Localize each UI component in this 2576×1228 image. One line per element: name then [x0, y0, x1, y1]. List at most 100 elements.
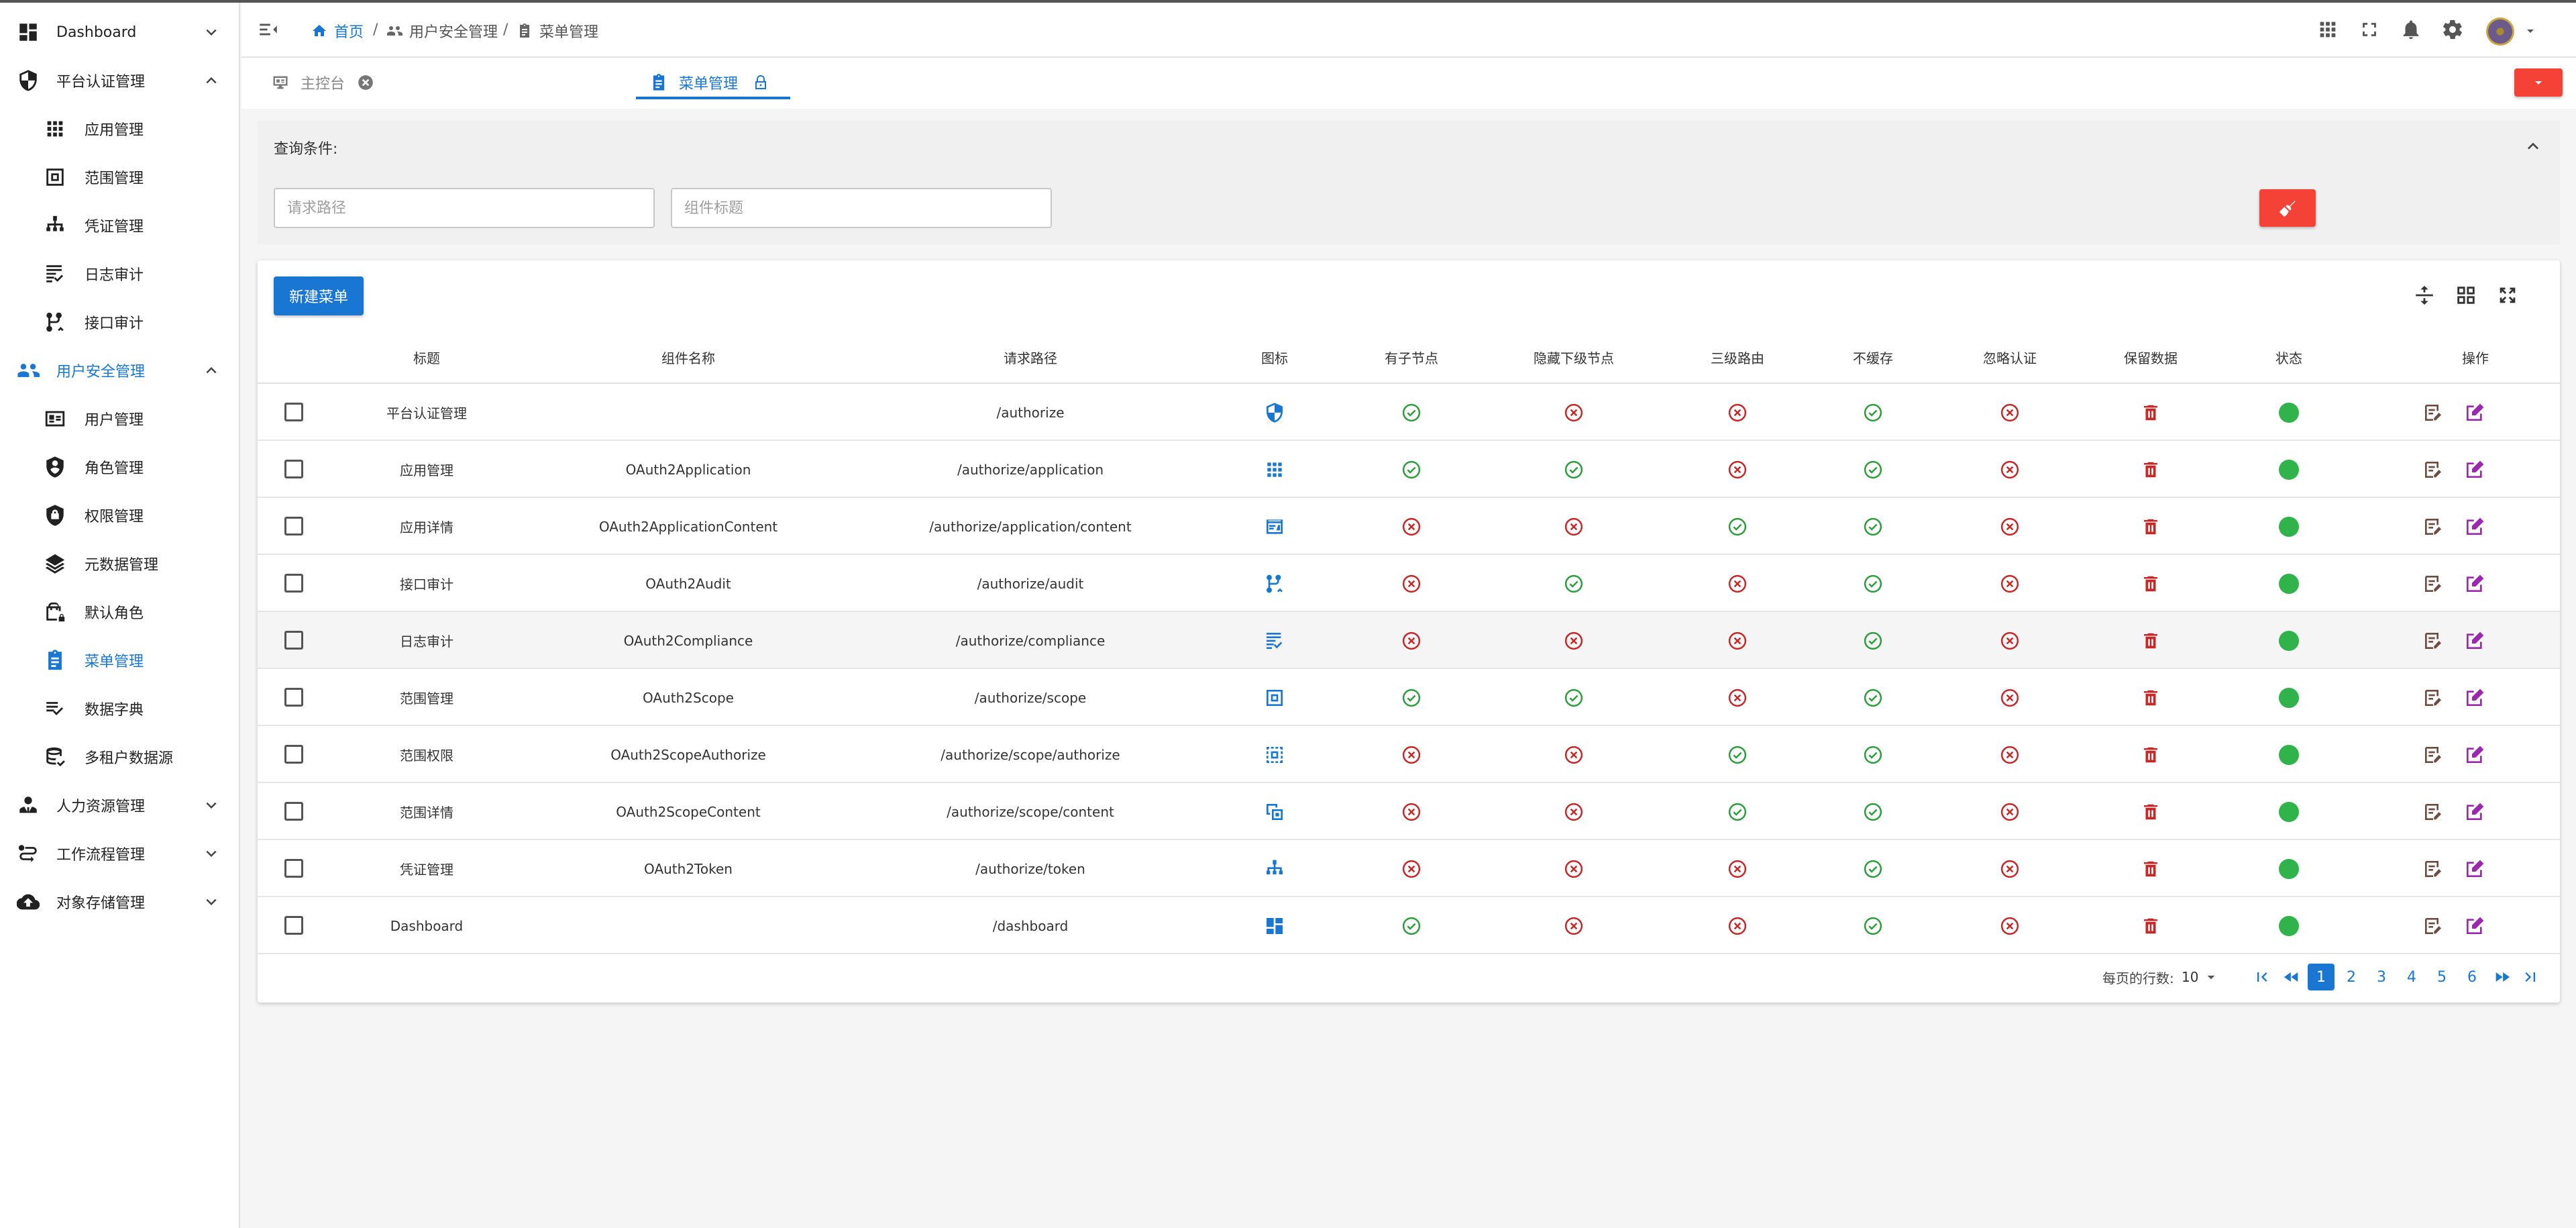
row-checkbox[interactable] [284, 460, 303, 478]
row-checkbox[interactable] [284, 745, 303, 764]
row-checkbox[interactable] [284, 916, 303, 935]
title-search-input[interactable] [671, 188, 1052, 228]
sidebar-item-15[interactable]: 数据字典 [0, 684, 239, 733]
page-button[interactable]: 2 [2338, 964, 2365, 990]
edit-details-icon[interactable] [2422, 858, 2444, 880]
sidebar-item-12[interactable]: 元数据管理 [0, 540, 239, 588]
edit-details-icon[interactable] [2422, 687, 2444, 709]
edit-details-icon[interactable] [2422, 402, 2444, 423]
edit-details-icon[interactable] [2422, 744, 2444, 766]
row-checkbox[interactable] [284, 631, 303, 650]
row-edit-button[interactable] [2464, 726, 2485, 783]
row-edit-button[interactable] [2464, 783, 2485, 840]
sidebar-item-10[interactable]: 角色管理 [0, 443, 239, 491]
table-row[interactable]: Dashboard/dashboard [258, 897, 2560, 954]
edit-details-icon[interactable] [2422, 573, 2444, 595]
reset-button[interactable] [2259, 189, 2316, 227]
row-edit-button[interactable] [2464, 840, 2485, 897]
edit-details-icon[interactable] [2422, 459, 2444, 480]
chevron-down-icon[interactable] [201, 892, 221, 912]
row-edit-details-button[interactable] [2422, 384, 2444, 441]
sidebar-item-8[interactable]: 用户安全管理 [0, 346, 239, 395]
caret-down-icon[interactable] [2522, 23, 2538, 39]
table-row[interactable]: 范围管理 OAuth2Scope/authorize/scope [258, 669, 2560, 726]
edit-details-icon[interactable] [2422, 915, 2444, 937]
row-checkbox[interactable] [284, 688, 303, 707]
edit-icon[interactable] [2464, 459, 2485, 480]
sidebar-item-6[interactable]: 日志审计 [0, 250, 239, 298]
table-row[interactable]: 范围权限 OAuth2ScopeAuthorize/authorize/scope… [258, 726, 2560, 783]
edit-icon[interactable] [2464, 402, 2485, 423]
page-button[interactable]: 5 [2428, 964, 2455, 990]
sidebar-item-13[interactable]: 默认角色 [0, 588, 239, 636]
sidebar-item-11[interactable]: 权限管理 [0, 491, 239, 540]
fullscreen-icon[interactable] [2356, 16, 2383, 43]
table-row[interactable]: 平台认证管理/authorize [258, 384, 2560, 441]
edit-icon[interactable] [2464, 858, 2485, 880]
avatar[interactable] [2486, 17, 2514, 46]
tab-menu-management[interactable]: 菜单管理 [649, 67, 769, 98]
sidebar-item-19[interactable]: 对象存储管理 [0, 878, 239, 926]
row-edit-button[interactable] [2464, 897, 2485, 954]
sidebar-item-4[interactable]: 范围管理 [0, 153, 239, 201]
sidebar-item-2[interactable]: 平台认证管理 [0, 56, 239, 105]
row-checkbox[interactable] [284, 859, 303, 878]
edit-details-icon[interactable] [2422, 630, 2444, 652]
close-circle-icon[interactable] [357, 74, 374, 91]
row-checkbox[interactable] [284, 403, 303, 421]
gear-icon[interactable] [2439, 16, 2466, 43]
menu-collapse-icon[interactable] [255, 16, 282, 43]
row-edit-details-button[interactable] [2422, 726, 2444, 783]
tab-menu-dropdown-button[interactable] [2514, 68, 2563, 97]
edit-icon[interactable] [2464, 687, 2485, 709]
table-row[interactable]: 凭证管理 OAuth2Token/authorize/token [258, 840, 2560, 897]
breadcrumb-home[interactable]: 首页 [311, 20, 364, 42]
edit-icon[interactable] [2464, 915, 2485, 937]
edit-details-icon[interactable] [2422, 801, 2444, 823]
edit-icon[interactable] [2464, 744, 2485, 766]
edit-icon[interactable] [2464, 630, 2485, 652]
row-edit-button[interactable] [2464, 498, 2485, 555]
edit-icon[interactable] [2464, 801, 2485, 823]
row-edit-details-button[interactable] [2422, 897, 2444, 954]
edit-icon[interactable] [2464, 516, 2485, 538]
chevron-down-icon[interactable] [201, 843, 221, 864]
page-button[interactable]: 6 [2459, 964, 2485, 990]
first-page-button[interactable] [2249, 964, 2275, 990]
prev-page-button[interactable] [2278, 964, 2305, 990]
chevron-down-icon[interactable] [201, 22, 221, 42]
row-edit-button[interactable] [2464, 555, 2485, 612]
sidebar-item-7[interactable]: 接口审计 [0, 298, 239, 346]
page-button[interactable]: 3 [2368, 964, 2395, 990]
table-row[interactable]: 接口审计 OAuth2Audit/authorize/audit [258, 555, 2560, 612]
sidebar-item-9[interactable]: 用户管理 [0, 395, 239, 443]
sidebar-item-18[interactable]: 工作流程管理 [0, 829, 239, 878]
row-checkbox[interactable] [284, 517, 303, 535]
row-edit-details-button[interactable] [2422, 669, 2444, 726]
rows-per-page-select[interactable]: 10 [2182, 962, 2230, 992]
path-search-input[interactable] [274, 188, 655, 228]
sidebar-item-14[interactable]: 菜单管理 [0, 636, 239, 684]
row-edit-button[interactable] [2464, 384, 2485, 441]
grid-view-icon[interactable] [2453, 282, 2479, 309]
fullscreen-icon[interactable] [2494, 282, 2521, 309]
chevron-down-icon[interactable] [201, 795, 221, 815]
next-page-button[interactable] [2489, 964, 2516, 990]
bell-icon[interactable] [2398, 16, 2424, 43]
tab-dashboard[interactable]: 主控台 [271, 67, 374, 98]
row-edit-details-button[interactable] [2422, 612, 2444, 669]
sidebar-item-3[interactable]: 应用管理 [0, 105, 239, 153]
page-button[interactable]: 4 [2398, 964, 2425, 990]
row-edit-details-button[interactable] [2422, 498, 2444, 555]
table-row[interactable]: 应用详情 OAuth2ApplicationContent/authorize/a… [258, 498, 2560, 555]
sidebar-item-17[interactable]: 人力资源管理 [0, 781, 239, 829]
sidebar-item-16[interactable]: 多租户数据源 [0, 733, 239, 781]
breadcrumb-level1[interactable]: 用户安全管理 [386, 20, 498, 42]
table-row[interactable]: 日志审计 OAuth2Compliance/authorize/complianc… [258, 612, 2560, 669]
apps-grid-icon[interactable] [2314, 16, 2341, 43]
row-edit-button[interactable] [2464, 669, 2485, 726]
chevron-up-icon[interactable] [2522, 136, 2544, 157]
row-edit-details-button[interactable] [2422, 441, 2444, 498]
chevron-up-icon[interactable] [201, 70, 221, 91]
row-edit-details-button[interactable] [2422, 783, 2444, 840]
